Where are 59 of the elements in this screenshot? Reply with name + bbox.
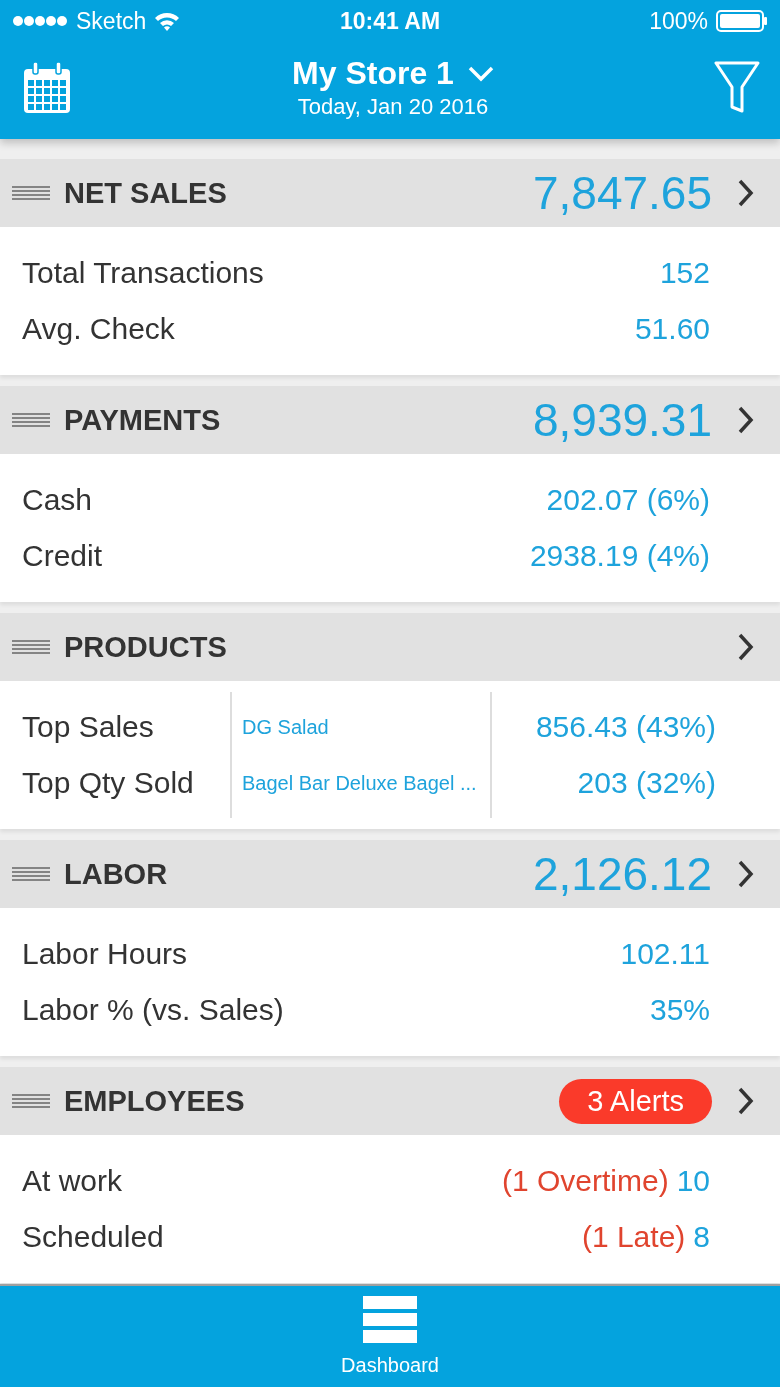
section-title: PAYMENTS: [64, 403, 221, 437]
section-title: LABOR: [64, 857, 168, 891]
section-header[interactable]: EMPLOYEES 3 Alerts: [0, 1067, 780, 1135]
metric-label: At work: [22, 1164, 123, 1198]
chevron-right-icon: [738, 406, 754, 434]
metric-label: Labor Hours: [22, 937, 188, 971]
metric-value: 35%: [649, 993, 710, 1027]
metric-label: Credit: [22, 539, 103, 573]
metric-value: 202.07 (6%): [546, 483, 710, 517]
metric-label: Top Qty Sold: [22, 766, 195, 800]
metric-value: 152: [659, 256, 710, 290]
section-total: 2,126.12: [532, 847, 712, 901]
drag-handle-icon: [12, 186, 50, 200]
section-header[interactable]: NET SALES 7,847.65: [0, 159, 780, 227]
chevron-right-icon: [738, 179, 754, 207]
alert-note: (1 Late): [581, 1220, 686, 1253]
drag-handle-icon: [12, 1094, 50, 1108]
signal-icon: [12, 15, 68, 27]
metric-label: Labor % (vs. Sales): [22, 993, 284, 1027]
section-title: EMPLOYEES: [64, 1084, 245, 1118]
metric-value: 51.60: [634, 312, 710, 346]
metric-label: Avg. Check: [22, 312, 175, 346]
chevron-down-icon: [467, 65, 494, 82]
metric-value: 10: [676, 1164, 710, 1197]
metric-label: Scheduled: [22, 1220, 164, 1254]
metric-value: 8: [693, 1220, 710, 1253]
filter-button[interactable]: [714, 60, 760, 115]
product-name: DG Salad: [230, 692, 492, 762]
section-header[interactable]: LABOR 2,126.12: [0, 840, 780, 908]
date-subtitle: Today, Jan 20 2016: [297, 94, 489, 120]
battery-percent: 100%: [649, 7, 708, 35]
dashboard-icon: [363, 1296, 417, 1344]
alert-note: (1 Overtime): [501, 1164, 669, 1197]
metric-value: 2938.19 (4%): [529, 539, 710, 573]
wifi-icon: [154, 11, 181, 31]
metric-label: Cash: [22, 483, 93, 517]
product-name: Bagel Bar Deluxe Bagel ...: [230, 748, 492, 818]
chevron-right-icon: [738, 860, 754, 888]
status-time: 10:41 AM: [339, 7, 441, 35]
drag-handle-icon: [12, 413, 50, 427]
metric-value: 203 (32%): [576, 766, 716, 800]
battery-icon: [716, 10, 768, 32]
metric-label: Top Sales: [22, 710, 155, 744]
section-title: NET SALES: [64, 176, 227, 210]
carrier-name: Sketch: [76, 7, 147, 35]
metric-value: 856.43 (43%): [534, 710, 716, 744]
calendar-button[interactable]: [22, 60, 72, 115]
section-total: 8,939.31: [532, 393, 712, 447]
metric-value: 102.11: [620, 937, 710, 971]
alerts-badge: 3 Alerts: [559, 1078, 712, 1124]
section-header[interactable]: PRODUCTS: [0, 613, 780, 681]
metric-label: Total Transactions: [22, 256, 264, 290]
section-title: PRODUCTS: [64, 630, 227, 664]
section-total: 7,847.65: [532, 166, 712, 220]
drag-handle-icon: [12, 867, 50, 881]
chevron-right-icon: [738, 1087, 754, 1115]
drag-handle-icon: [12, 640, 50, 654]
chevron-right-icon: [738, 633, 754, 661]
section-header[interactable]: PAYMENTS 8,939.31: [0, 386, 780, 454]
